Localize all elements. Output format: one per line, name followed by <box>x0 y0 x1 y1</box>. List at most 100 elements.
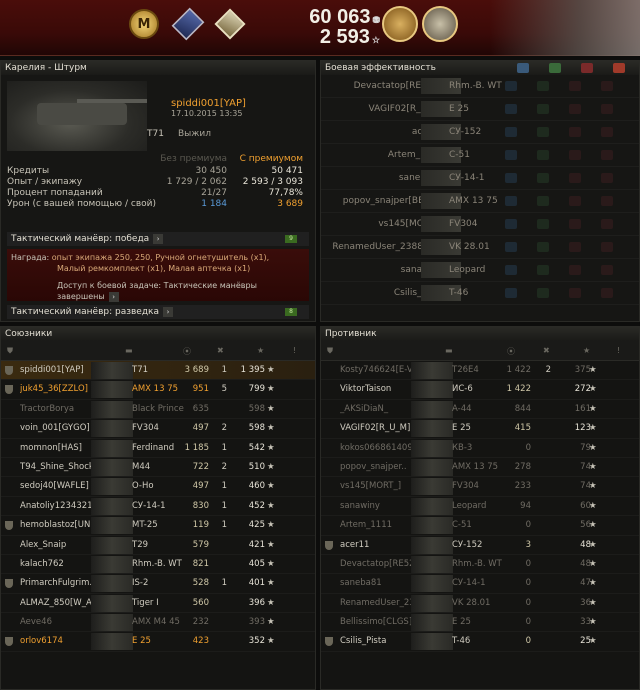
table-row[interactable]: orlov6174 E 25 423 352 ★ <box>1 632 315 652</box>
battle-summary-panel: Карелия - Штурм spiddi001[YAP] 17.10.201… <box>0 60 316 322</box>
efficiency-title: Боевая эффективность <box>321 61 639 75</box>
table-row[interactable]: ViktorTaison ИС-6 1 422 272 ★ <box>321 380 639 400</box>
star-icon[interactable]: ★ <box>583 346 590 355</box>
table-row[interactable]: Alex_Snaip T29 579 421 ★ <box>1 536 315 555</box>
stat-row: Опыт / экипажу 1 729 / 2 062 2 593 / 3 093 <box>7 177 303 187</box>
xp-value: 452 <box>248 500 265 511</box>
table-row[interactable]: VAGIF02[R_U_M] E 25 415 123 ★ <box>321 419 639 439</box>
table-row[interactable]: kalach762 Rhm.-B. WT 821 405 ★ <box>1 555 315 575</box>
star-icon: ★ <box>267 384 275 395</box>
table-row[interactable]: TractorBorya Black Prince 635 598 ★ <box>1 400 315 420</box>
damage-value: 951 <box>192 384 209 395</box>
tank-thumbnail <box>411 478 453 496</box>
damage-value: 0 <box>525 597 531 608</box>
star-icon: ★ <box>267 617 275 628</box>
tank-image <box>7 81 147 151</box>
stat-row: Урон (с вашей помощью / свой) 1 184 3 689 <box>7 199 303 209</box>
tank-thumbnail <box>411 439 453 457</box>
table-row[interactable]: momnon[HAS] Ferdinand 1 185 1 542 ★ <box>1 439 315 458</box>
kills-value: 1 <box>221 442 227 453</box>
assist-icon <box>537 242 549 252</box>
tank-thumbnail <box>91 478 133 496</box>
spotted-icon <box>505 150 517 160</box>
medal-icon: ! <box>617 346 621 355</box>
damage-value: 423 <box>192 636 209 647</box>
table-row[interactable]: hemoblastoz[UNIKS] MT-25 119 1 425 ★ <box>1 516 315 536</box>
achievement-icon <box>212 4 248 44</box>
achievement-icon <box>420 4 460 44</box>
table-row[interactable]: sedoj40[WAFLE] O-Ho 497 1 460 ★ <box>1 477 315 497</box>
table-row[interactable]: Aeve46 AMX M4 45 232 393 ★ <box>1 613 315 633</box>
stat-row: Процент попаданий 21/27 77,78% <box>7 188 303 198</box>
tank-thumbnail <box>411 575 453 593</box>
star-icon: ★ <box>267 597 275 608</box>
star-icon[interactable]: ★ <box>257 346 264 355</box>
xp-value: 272 <box>574 384 591 395</box>
damage-icon <box>569 150 581 160</box>
efficiency-row: Artem_1111 С-51 <box>321 144 639 167</box>
table-header: ⛊ ▬ ⦿ ✖ ★ ! <box>1 341 315 361</box>
tank-icon: ▬ <box>445 346 453 355</box>
kills-value: 1 <box>221 500 227 511</box>
table-row[interactable]: RenamedUser_2388.. VK 28.01 0 36 ★ <box>321 594 639 614</box>
star-icon: ★ <box>267 500 275 511</box>
star-icon: ☆ <box>371 35 380 45</box>
table-row[interactable]: vs145[MORT_] FV304 233 74 ★ <box>321 477 639 497</box>
damage-value: 497 <box>192 481 209 492</box>
mission-victory[interactable]: Тактический манёвр: победа › 9 <box>7 232 309 246</box>
xp-value: 74 <box>580 481 591 492</box>
chevron-right-icon[interactable]: › <box>153 234 164 244</box>
xp-value: 48 <box>580 558 591 569</box>
table-row[interactable]: sanawiny Leopard 94 60 ★ <box>321 497 639 517</box>
table-row[interactable]: ALMAZ_850[W_A_T] Tiger I 560 396 ★ <box>1 594 315 614</box>
tank-thumbnail <box>91 420 133 438</box>
damage-value: 560 <box>192 597 209 608</box>
shield-icon: ⛊ <box>327 346 333 355</box>
table-row[interactable]: voin_001[GYGO] FV304 497 2 598 ★ <box>1 419 315 439</box>
table-row[interactable]: PrimarchFulgrim.. IS-2 528 1 401 ★ <box>1 574 315 594</box>
star-icon: ★ <box>589 617 597 628</box>
kills-value: 1 <box>221 520 227 531</box>
tank-icon: ▬ <box>125 346 133 355</box>
efficiency-row: VAGIF02[R_U_M] E 25 <box>321 98 639 121</box>
kill-icon <box>601 127 613 137</box>
chevron-right-icon[interactable]: › <box>163 307 174 317</box>
efficiency-panel: Боевая эффективность Devactatop[RE52G] Rh… <box>320 60 640 322</box>
table-row[interactable]: spiddi001[YAP] T71 3 689 1 1 395 ★ <box>1 361 315 381</box>
table-row[interactable]: Devactatop[RE52G] Rhm.-B. WT 0 48 ★ <box>321 555 639 575</box>
tank-thumbnail <box>91 497 133 515</box>
table-row[interactable]: juk45_36[ZZLO] AMX 13 75 951 5 799 ★ <box>1 380 315 400</box>
mission-recon[interactable]: Тактический манёвр: разведка › 8 <box>7 305 309 319</box>
mission-rewards: Награда: опыт экипажа 250, 250, Ручной о… <box>7 249 309 302</box>
table-row[interactable]: Anatoliy1234321 СУ-14-1 830 1 452 ★ <box>1 497 315 517</box>
table-row[interactable]: acer11 СУ-152 3 48 ★ <box>321 536 639 555</box>
tank-thumbnail <box>91 400 133 418</box>
table-row[interactable]: Kosty746624[E-V-E] T26E4 1 422 2 375 ★ <box>321 361 639 381</box>
tank-thumbnail <box>91 555 133 573</box>
tank-thumbnail <box>91 458 133 476</box>
xp-value: 123 <box>574 423 591 434</box>
table-row[interactable]: popov_snajper.. AMX 13 75 278 74 ★ <box>321 458 639 478</box>
tank-thumbnail <box>91 439 133 457</box>
kills-value: 5 <box>221 384 227 395</box>
damage-value: 821 <box>192 558 209 569</box>
table-row[interactable]: Bellissimo[CLGS] E 25 0 33 ★ <box>321 613 639 633</box>
xp-total: 2 593 ☆ <box>319 26 380 48</box>
star-icon: ★ <box>267 636 275 647</box>
table-row[interactable]: Csilis_Pista T-46 0 25 ★ <box>321 632 639 652</box>
assist-icon <box>549 63 561 73</box>
damage-value: 722 <box>192 461 209 472</box>
table-row[interactable]: Artem_1111 С-51 0 56 ★ <box>321 516 639 536</box>
table-row[interactable]: saneba81 СУ-14-1 0 47 ★ <box>321 574 639 594</box>
top-bar: M 60 063 ⛃ 2 593 ☆ <box>0 0 640 56</box>
table-row[interactable]: kokos0668614092.. КВ-3 0 79 ★ <box>321 439 639 458</box>
player-name: spiddi001[YAP] <box>171 98 246 109</box>
survival-status: Выжил <box>177 129 211 139</box>
chevron-right-icon[interactable]: › <box>108 292 119 302</box>
tank-name: Leopard <box>449 265 486 275</box>
star-icon: ★ <box>589 520 597 531</box>
table-row[interactable]: _AKSiDiaN_ A-44 844 161 ★ <box>321 400 639 420</box>
kills-value: 2 <box>221 461 227 472</box>
table-row[interactable]: T94_Shine_Shock.. M44 722 2 510 ★ <box>1 458 315 478</box>
spotted-icon <box>505 173 517 183</box>
